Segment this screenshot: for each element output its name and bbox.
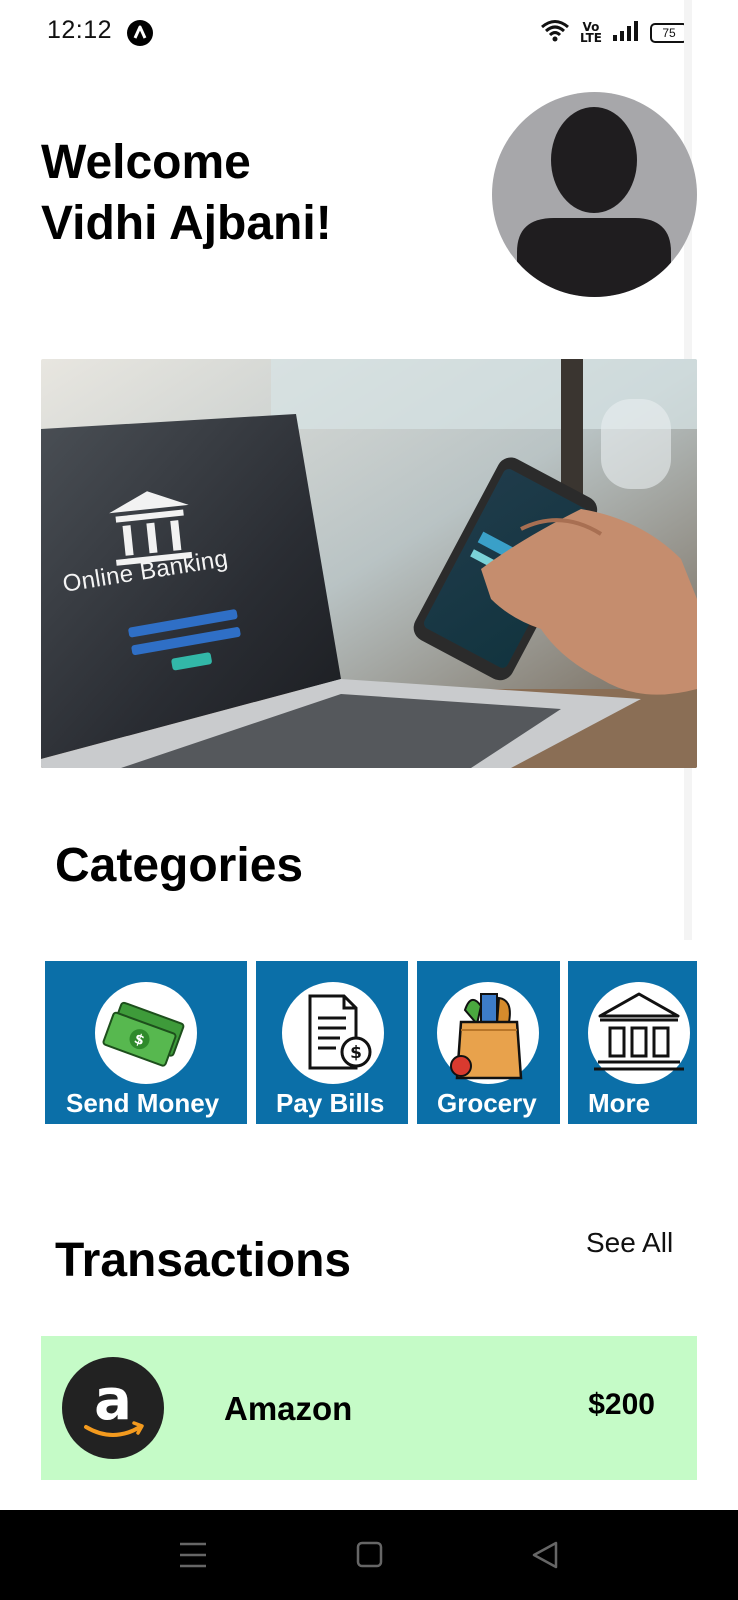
user-silhouette-icon [517,107,671,297]
system-nav-bar [0,1510,738,1600]
category-label: Send Money [66,1088,220,1118]
app-notification-icon [127,20,153,46]
category-more[interactable]: More [568,961,697,1124]
back-triangle-icon [532,1541,558,1569]
menu-nav-button[interactable] [148,1510,238,1600]
back-nav-button[interactable] [500,1510,590,1600]
category-send-money[interactable]: $ Send Money [45,961,247,1124]
transactions-heading: Transactions [55,1234,352,1287]
category-label: Pay Bills [276,1088,385,1118]
transaction-row[interactable]: a Amazon $200 [41,1336,697,1480]
home-square-icon [356,1541,383,1568]
categories-heading: Categories [55,839,304,892]
home-nav-button[interactable] [324,1510,414,1600]
status-time: 12:12 [47,16,113,44]
volte-icon: Vo LTE [579,20,602,45]
category-label: More [588,1088,651,1118]
transaction-amount: $200 [588,1388,655,1421]
wifi-icon [540,19,570,48]
welcome-heading: Welcome Vidhi Ajbani! [41,132,332,254]
bank-icon [588,982,690,1084]
money-icon: $ [95,982,197,1084]
signal-icon [612,20,640,47]
status-icons: Vo LTE 75 [540,18,691,48]
transaction-name: Amazon [224,1390,353,1427]
grocery-bag-icon [437,982,539,1084]
category-pay-bills[interactable]: $ Pay Bills [256,961,408,1124]
category-label: Grocery [437,1088,537,1118]
avatar[interactable] [492,92,697,297]
amazon-logo-icon: a [62,1357,164,1459]
bill-icon: $ [282,982,384,1084]
battery-icon: 75 [650,23,691,43]
see-all-link[interactable]: See All [586,1227,673,1259]
svg-text:a: a [94,1368,132,1433]
svg-text:$: $ [350,1043,362,1063]
user-name: Vidhi Ajbani! [41,197,332,250]
category-grocery[interactable]: Grocery [417,961,560,1124]
welcome-line: Welcome [41,136,251,189]
promo-banner[interactable]: Online Banking [41,359,697,768]
menu-icon [180,1542,206,1568]
status-bar: 12:12 Vo LTE 75 [0,0,738,66]
